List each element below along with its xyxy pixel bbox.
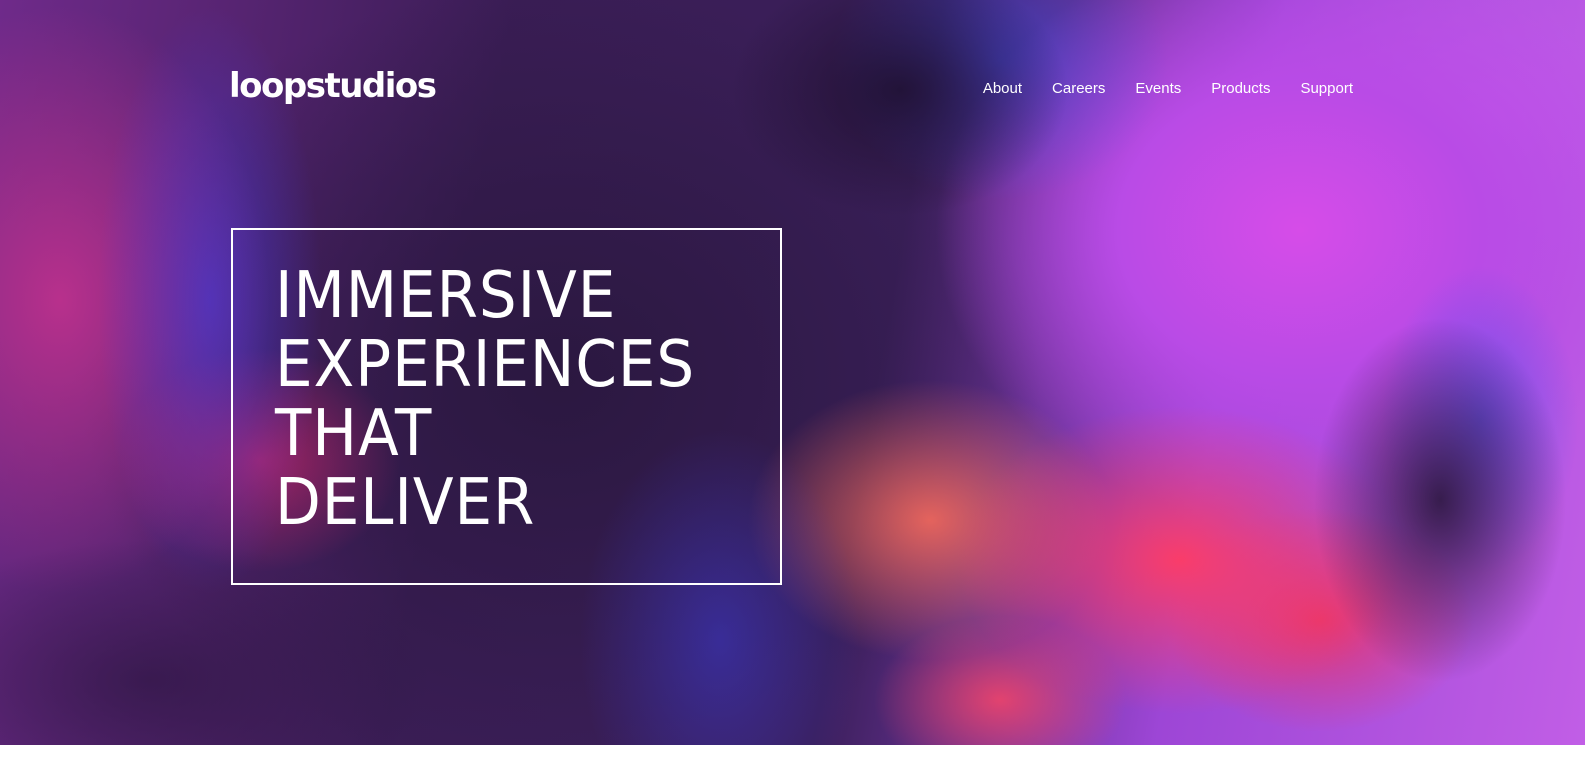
headline-line: IMMERSIVE: [275, 259, 617, 333]
nav-link-products[interactable]: Products: [1211, 80, 1270, 97]
hero-headline: IMMERSIVE EXPERIENCES THAT DELIVER: [275, 262, 695, 538]
nav-item-support: Support: [1300, 79, 1353, 99]
main-navigation: About Careers Events Products Support: [983, 79, 1353, 99]
nav-link-about[interactable]: About: [983, 80, 1022, 97]
logo[interactable]: loopstudios: [229, 62, 437, 110]
site-header: loopstudios About Careers Events Product…: [0, 0, 1585, 180]
nav-link-events[interactable]: Events: [1135, 80, 1181, 97]
headline-line: THAT: [275, 397, 433, 471]
nav-link-careers[interactable]: Careers: [1052, 80, 1105, 97]
headline-line: EXPERIENCES: [275, 328, 696, 402]
headline-line: DELIVER: [275, 466, 536, 540]
nav-item-about: About: [983, 79, 1022, 99]
hero-section: loopstudios About Careers Events Product…: [0, 0, 1585, 745]
nav-item-products: Products: [1211, 79, 1270, 99]
headline-box: IMMERSIVE EXPERIENCES THAT DELIVER: [231, 228, 782, 585]
nav-item-careers: Careers: [1052, 79, 1105, 99]
nav-link-support[interactable]: Support: [1300, 80, 1353, 97]
nav-item-events: Events: [1135, 79, 1181, 99]
